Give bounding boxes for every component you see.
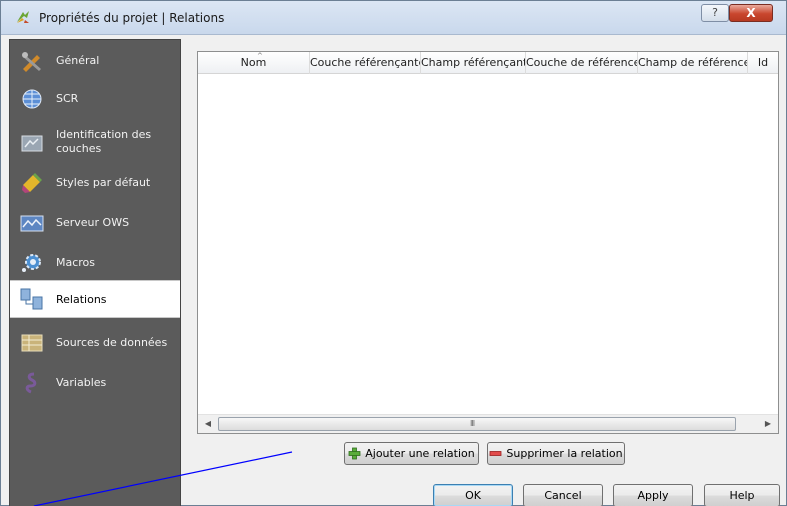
relations-icon [20, 288, 43, 310]
sidebar-item-identification[interactable]: Identification des couches [10, 124, 180, 160]
sidebar-item-label: Général [56, 54, 100, 67]
sidebar-item-general[interactable]: Général [10, 44, 180, 78]
sidebar-item-data-sources[interactable]: Sources de données [10, 326, 180, 360]
column-header-couche-de-reference[interactable]: Couche de référence [526, 52, 638, 74]
remove-relation-button[interactable]: Supprimer la relation [487, 442, 625, 465]
sidebar-item-label: SCR [56, 92, 79, 105]
sidebar-item-label: Sources de données [56, 336, 168, 349]
sidebar-item-macros[interactable]: Macros [10, 246, 180, 280]
sort-indicator-icon: ^ [257, 52, 263, 60]
globe-icon [22, 89, 42, 109]
sidebar-item-relations[interactable]: Relations [10, 280, 180, 318]
column-header-champ-referencant[interactable]: Champ référençant [421, 52, 526, 74]
sidebar-item-label: Macros [56, 256, 96, 269]
ows-server-icon [20, 215, 44, 232]
scrollbar-thumb[interactable]: III [218, 417, 736, 431]
identify-layers-icon [21, 135, 43, 152]
title-bar[interactable]: Propriétés du projet | Relations ? X [1, 1, 786, 35]
add-relation-button[interactable]: Ajouter une relation [344, 442, 479, 465]
sidebar-item-styles[interactable]: Styles par défaut [10, 166, 180, 200]
sidebar-item-ows[interactable]: Serveur OWS [10, 206, 180, 240]
styles-brush-icon [22, 173, 42, 193]
column-header-couche-referencante[interactable]: Couche référençante [310, 52, 421, 74]
add-green-plus-icon [348, 447, 361, 460]
sidebar-item-label: Variables [56, 376, 107, 389]
column-header-id[interactable]: Id [748, 52, 778, 74]
sidebar-item-label: Serveur OWS [56, 216, 130, 229]
apply-button[interactable]: Apply [613, 484, 693, 506]
sidebar-item-label: Styles par défaut [56, 176, 151, 189]
tools-icon [22, 52, 41, 72]
scroll-left-arrow-icon[interactable]: ◀ [201, 417, 215, 431]
data-sources-icon [21, 334, 43, 352]
scrollbar-grip: III [470, 419, 475, 428]
relations-table[interactable]: ^ Nom Couche référençante Champ référenç… [197, 51, 779, 434]
scroll-right-arrow-icon[interactable]: ▶ [761, 417, 775, 431]
macros-gear-icon [22, 254, 41, 272]
window-title: Propriétés du projet | Relations [39, 11, 225, 25]
sidebar-item-label: Relations [56, 293, 107, 306]
sidebar-item-scr[interactable]: SCR [10, 82, 180, 116]
project-properties-dialog: Propriétés du projet | Relations ? X Gén… [0, 0, 787, 506]
sidebar: Général SCR Identification des couches S… [9, 39, 181, 506]
help-title-button[interactable]: ? [701, 4, 729, 22]
close-button[interactable]: X [729, 4, 773, 22]
help-button[interactable]: Help [704, 484, 780, 506]
ok-button[interactable]: OK [433, 484, 513, 506]
sidebar-item-label: Identification des couches [56, 128, 152, 155]
variables-icon [25, 372, 37, 394]
column-header-champ-de-reference[interactable]: Champ de référence [638, 52, 748, 74]
sidebar-item-variables[interactable]: Variables [10, 366, 180, 400]
remove-red-minus-icon [489, 451, 502, 456]
horizontal-scrollbar[interactable]: ◀ III ▶ [198, 414, 778, 433]
column-header-nom[interactable]: ^ Nom [198, 52, 310, 74]
remove-relation-label: Supprimer la relation [506, 447, 623, 460]
cancel-button[interactable]: Cancel [523, 484, 603, 506]
add-relation-label: Ajouter une relation [365, 447, 475, 460]
table-header: ^ Nom Couche référençante Champ référenç… [198, 52, 778, 74]
qgis-app-icon [17, 11, 29, 23]
